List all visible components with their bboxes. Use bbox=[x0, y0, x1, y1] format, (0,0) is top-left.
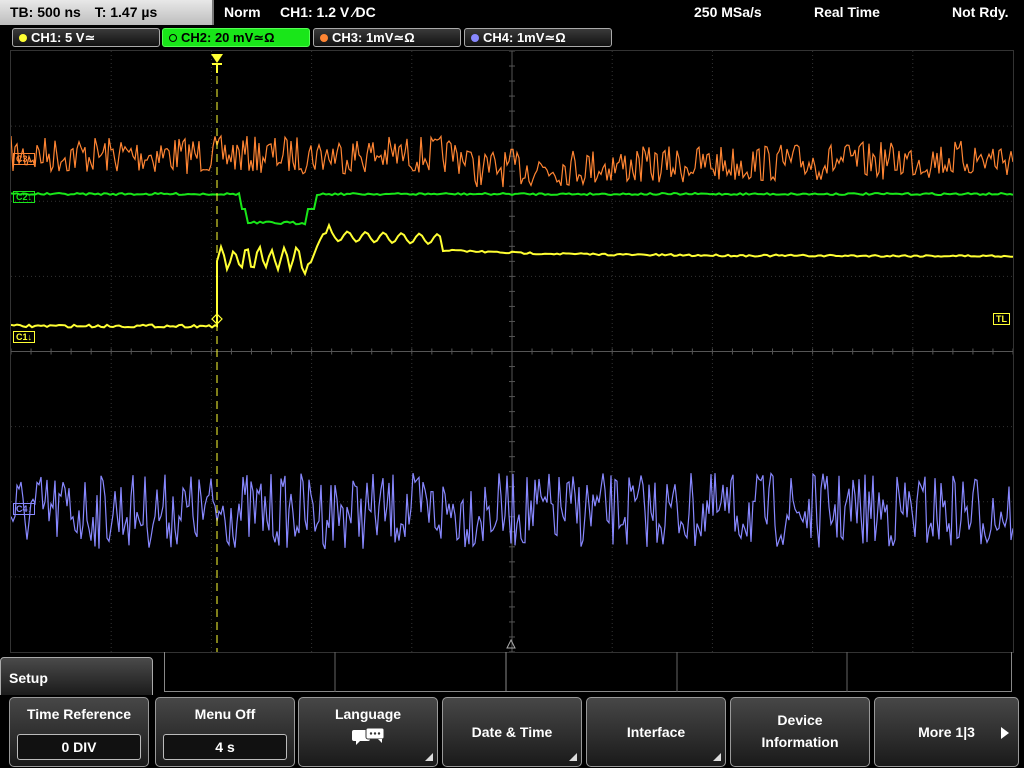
time-reference-softkey[interactable]: Time Reference 0 DIV bbox=[9, 697, 149, 767]
menu-off-label: Menu Off bbox=[194, 706, 256, 722]
menu-off-softkey[interactable]: Menu Off 4 s bbox=[155, 697, 295, 767]
waveform-canvas bbox=[11, 51, 1013, 652]
language-label: Language bbox=[334, 706, 402, 722]
tab-ch3[interactable]: CH3: 1mV≃Ω bbox=[313, 28, 461, 47]
acquisition-state: Not Rdy. bbox=[952, 4, 1009, 20]
date-time-label: Date & Time bbox=[471, 724, 553, 740]
status-bar: TB: 500 ns T: 1.47 µs Norm CH1: 1.2 V ∕D… bbox=[0, 0, 1024, 25]
ch4-label: CH4: 1mV≃Ω bbox=[483, 30, 566, 45]
channel-tabs: CH1: 5 V≃ CH2: 20 mV≃Ω CH3: 1mV≃Ω CH4: 1… bbox=[0, 25, 1024, 49]
ch1-offset-marker[interactable]: C1↓ bbox=[13, 331, 36, 343]
horizontal-scale-bar bbox=[164, 652, 1012, 692]
ch2-offset-marker[interactable]: C2↓ bbox=[13, 191, 36, 203]
speech-bubbles-icon bbox=[352, 727, 385, 745]
menu-title: Setup bbox=[0, 657, 153, 697]
ch3-label: CH3: 1mV≃Ω bbox=[332, 30, 415, 45]
trigger-info[interactable]: CH1: 1.2 V ∕DC bbox=[280, 4, 376, 20]
acquisition-mode: Real Time bbox=[814, 4, 880, 20]
trigger-mode[interactable]: Norm bbox=[224, 4, 261, 20]
submenu-indicator-icon bbox=[713, 753, 721, 761]
softkey-bar: Time Reference 0 DIV Menu Off 4 s Langua… bbox=[0, 695, 1024, 768]
interface-softkey[interactable]: Interface bbox=[586, 697, 726, 767]
ch1-color-dot-icon bbox=[19, 34, 27, 42]
submenu-indicator-icon bbox=[425, 753, 433, 761]
trigger-time-readout: T: 1.47 µs bbox=[94, 4, 158, 20]
ch2-label: CH2: 20 mV≃Ω bbox=[181, 30, 275, 45]
graticule bbox=[11, 51, 1013, 652]
timebase-readout: TB: 500 ns bbox=[10, 4, 81, 20]
ch4-color-dot-icon bbox=[471, 34, 479, 42]
ch3-offset-marker[interactable]: C3↓ bbox=[13, 153, 36, 165]
tab-ch4[interactable]: CH4: 1mV≃Ω bbox=[464, 28, 612, 47]
menu-off-value: 4 s bbox=[163, 734, 287, 760]
sample-rate: 250 MSa/s bbox=[694, 4, 762, 20]
more-softkey[interactable]: More 1|3 bbox=[874, 697, 1019, 767]
ch1-label: CH1: 5 V≃ bbox=[31, 30, 96, 45]
device-label: Device bbox=[777, 712, 823, 728]
center-marker-icon bbox=[506, 638, 516, 649]
interface-label: Interface bbox=[626, 724, 686, 740]
arrow-right-icon bbox=[1001, 727, 1009, 739]
time-reference-label: Time Reference bbox=[26, 706, 131, 722]
ch3-color-dot-icon bbox=[320, 34, 328, 42]
device-information-softkey[interactable]: Device Information bbox=[730, 697, 870, 767]
ch2-color-dot-icon bbox=[169, 34, 177, 42]
ch4-offset-marker[interactable]: C4↓ bbox=[13, 503, 36, 515]
trigger-level-marker[interactable]: TL bbox=[993, 313, 1010, 325]
time-reference-value: 0 DIV bbox=[17, 734, 141, 760]
language-softkey[interactable]: Language bbox=[298, 697, 438, 767]
timebase-box[interactable]: TB: 500 ns T: 1.47 µs bbox=[0, 0, 214, 25]
information-label: Information bbox=[761, 734, 839, 750]
waveform-display[interactable]: C3↓ C2↓ C1↓ C4↓ TL bbox=[10, 50, 1014, 653]
submenu-indicator-icon bbox=[569, 753, 577, 761]
tab-ch1[interactable]: CH1: 5 V≃ bbox=[12, 28, 160, 47]
date-time-softkey[interactable]: Date & Time bbox=[442, 697, 582, 767]
tab-ch2[interactable]: CH2: 20 mV≃Ω bbox=[162, 28, 310, 47]
more-label: More 1|3 bbox=[918, 724, 975, 740]
